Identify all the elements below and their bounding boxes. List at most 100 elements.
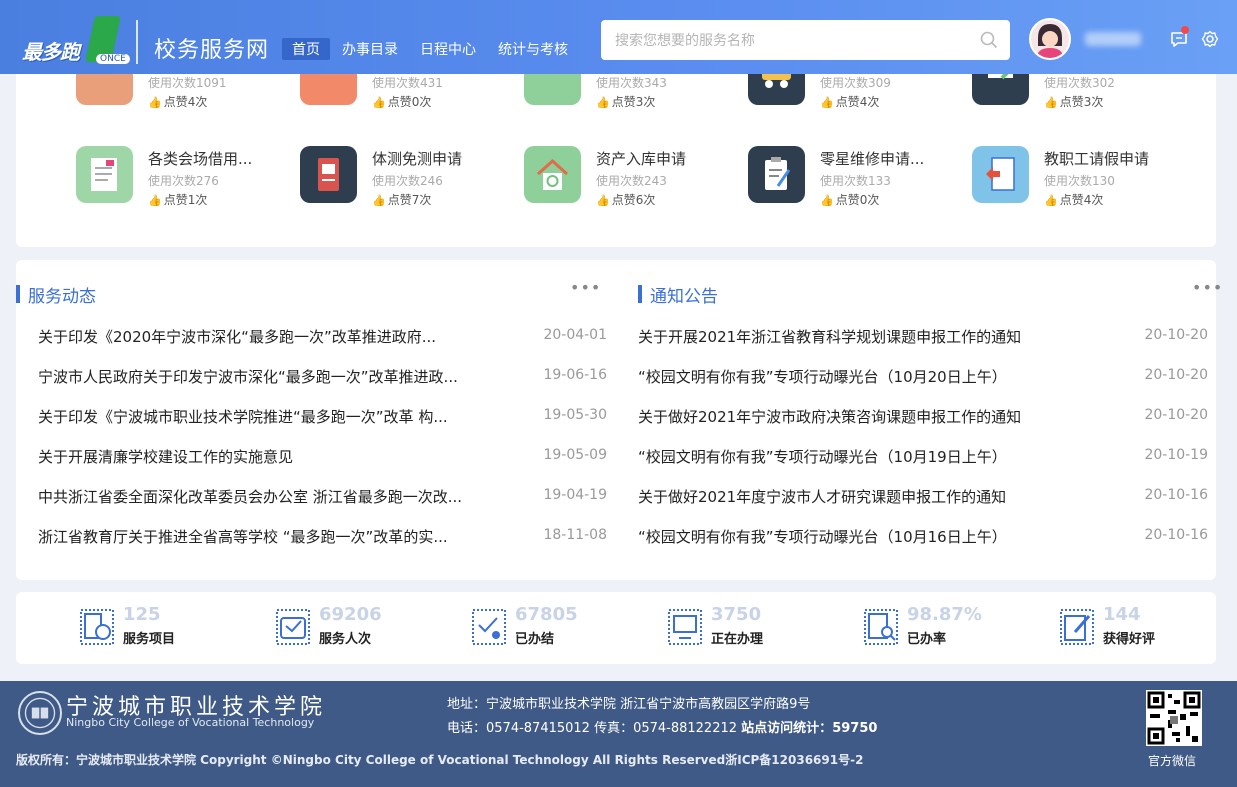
notice-item[interactable]: 关于开展2021年浙江省教育科学规划课题申报工作的通知 20-10-20 bbox=[638, 326, 1208, 350]
avatar[interactable] bbox=[1029, 18, 1071, 60]
service-name: 零星维修申请... bbox=[820, 150, 925, 168]
stat-completion-rate: 98.87% 已办率 bbox=[863, 604, 1033, 648]
thumbs-up-icon: 👍 bbox=[596, 194, 610, 207]
service-uses: 使用次数246 bbox=[372, 174, 443, 188]
thumbs-up-icon: 👍 bbox=[148, 194, 162, 207]
service-name: 资产入库申请 bbox=[596, 150, 687, 168]
thumbs-up-icon: 👍 bbox=[1044, 96, 1058, 109]
news-item[interactable]: 关于印发《2020年宁波市深化“最多跑一次”改革推进政府... 20-04-01 bbox=[38, 326, 607, 350]
service-likes[interactable]: 👍 点赞3次 bbox=[1044, 93, 1103, 110]
nav-catalog[interactable]: 办事目录 bbox=[332, 38, 408, 60]
more-icon[interactable]: ••• bbox=[1192, 278, 1223, 297]
house-check-icon bbox=[524, 146, 581, 203]
done-user-icon bbox=[472, 609, 506, 645]
visit-count: 59750 bbox=[832, 721, 878, 736]
service-name: 各类会场借用... bbox=[148, 150, 253, 168]
stat-in-progress: 3750 正在办理 bbox=[667, 604, 837, 648]
site-title: 校务服务网 bbox=[154, 38, 270, 63]
service-name: 体测免测申请 bbox=[372, 150, 463, 168]
footer-contact: 电话：0574-87415012 传真：0574-88122212 站点访问统计… bbox=[447, 721, 878, 736]
leave-form-icon bbox=[972, 146, 1029, 203]
service-likes[interactable]: 👍 点赞7次 bbox=[372, 191, 431, 208]
service-repair[interactable]: 零星维修申请... 使用次数133 👍 点赞0次 bbox=[748, 146, 968, 216]
notice-item[interactable]: “校园文明有你有我”专项行动曝光台（10月16日上午） 20-10-16 bbox=[638, 526, 1208, 550]
service-likes[interactable]: 👍 点赞1次 bbox=[148, 191, 207, 208]
stat-service-count: 69206 服务人次 bbox=[275, 604, 445, 648]
news-item[interactable]: 宁波市人民政府关于印发宁波市深化“最多跑一次”改革推进政... 19-06-16 bbox=[38, 366, 607, 390]
more-icon[interactable]: ••• bbox=[570, 278, 601, 297]
service-likes[interactable]: 👍 点赞0次 bbox=[372, 93, 431, 110]
nav-schedule[interactable]: 日程中心 bbox=[410, 38, 486, 60]
gear-icon[interactable] bbox=[1201, 30, 1219, 48]
service-likes[interactable]: 👍 点赞4次 bbox=[820, 93, 879, 110]
search-input[interactable] bbox=[615, 20, 975, 60]
search-icon[interactable] bbox=[980, 31, 998, 49]
service-asset-storage[interactable]: 资产入库申请 使用次数243 👍 点赞6次 bbox=[524, 146, 744, 216]
news-item[interactable]: 关于印发《宁波城市职业技术学院推进“最多跑一次”改革 构... 19-05-30 bbox=[38, 406, 607, 430]
notification-dot bbox=[1181, 26, 1189, 34]
college-logo-icon bbox=[18, 691, 62, 735]
service-staff-leave[interactable]: 教职工请假申请 使用次数130 👍 点赞4次 bbox=[972, 146, 1192, 216]
service-uses: 使用次数133 bbox=[820, 174, 891, 188]
thumbs-up-icon: 👍 bbox=[372, 194, 386, 207]
service-likes[interactable]: 👍 点赞0次 bbox=[820, 191, 879, 208]
site-logo[interactable]: 最多跑 ONCE bbox=[22, 14, 132, 66]
service-uses: 使用次数431 bbox=[372, 76, 443, 90]
monitor-icon bbox=[668, 609, 702, 645]
service-likes[interactable]: 👍 点赞3次 bbox=[596, 93, 655, 110]
stat-praises: 144 获得好评 bbox=[1059, 604, 1229, 648]
stats-panel: 125 服务项目 69206 服务人次 67805 已办结 3750 正在办理 … bbox=[16, 592, 1216, 664]
notice-item[interactable]: “校园文明有你有我”专项行动曝光台（10月19日上午） 20-10-19 bbox=[638, 446, 1208, 470]
stat-completed: 67805 已办结 bbox=[471, 604, 641, 648]
service-name: 教职工请假申请 bbox=[1044, 150, 1150, 168]
search-box bbox=[601, 20, 1010, 60]
username-masked bbox=[1085, 32, 1141, 46]
news-item[interactable]: 中共浙江省委全面深化改革委员会办公室 浙江省最多跑一次改... 19-04-19 bbox=[38, 486, 607, 510]
thumbs-up-icon: 👍 bbox=[820, 96, 834, 109]
thumbs-up-icon: 👍 bbox=[596, 96, 610, 109]
qr-code-icon[interactable] bbox=[1146, 690, 1202, 746]
service-uses: 使用次数343 bbox=[596, 76, 667, 90]
news-item[interactable]: 浙江省教育厅关于推进全省高等学校 “最多跑一次”改革的实... 18-11-08 bbox=[38, 526, 607, 550]
footer-address: 地址：宁波城市职业技术学院 浙江省宁波市高教园区学府路9号 bbox=[447, 697, 811, 712]
service-fitness-exemption[interactable]: 体测免测申请 使用次数246 👍 点赞7次 bbox=[300, 146, 520, 216]
notice-item[interactable]: 关于做好2021年宁波市政府决策咨询课题申报工作的通知 20-10-20 bbox=[638, 406, 1208, 430]
services-panel: 使用次数1091 👍 点赞4次 使用次数431 👍 点赞0次 使用次数343 👍 点赞… bbox=[16, 48, 1216, 247]
service-likes[interactable]: 👍 点赞6次 bbox=[596, 191, 655, 208]
notice-item[interactable]: 关于做好2021年度宁波市人才研究课题申报工作的通知 20-10-16 bbox=[638, 486, 1208, 510]
notice-item[interactable]: “校园文明有你有我”专项行动曝光台（10月20日上午） 20-10-20 bbox=[638, 366, 1208, 390]
stat-service-items: 125 服务项目 bbox=[79, 604, 249, 648]
qr-label: 官方微信 bbox=[1148, 754, 1197, 768]
service-uses: 使用次数130 bbox=[1044, 174, 1115, 188]
news-item[interactable]: 关于开展清廉学校建设工作的实施意见 19-05-09 bbox=[38, 446, 607, 470]
top-header: 最多跑 ONCE 校务服务网 首页 办事目录 日程中心 统计与考核 bbox=[0, 0, 1237, 74]
thumbs-up-icon: 👍 bbox=[372, 96, 386, 109]
service-list-icon bbox=[80, 609, 114, 645]
service-uses: 使用次数276 bbox=[148, 174, 219, 188]
search-doc-icon bbox=[864, 609, 898, 645]
edit-icon bbox=[1060, 609, 1094, 645]
news-panel: 服务动态 ••• 关于印发《2020年宁波市深化“最多跑一次”改革推进政府...… bbox=[16, 260, 1222, 580]
inbox-icon bbox=[276, 609, 310, 645]
clipboard-pen-icon bbox=[748, 146, 805, 203]
service-dynamics-title: 服务动态 bbox=[16, 282, 96, 307]
service-uses: 使用次数302 bbox=[1044, 76, 1115, 90]
service-uses: 使用次数1091 bbox=[148, 76, 227, 90]
service-likes[interactable]: 👍 点赞4次 bbox=[1044, 191, 1103, 208]
document-icon bbox=[76, 146, 133, 203]
footer: 宁波城市职业技术学院 Ningbo City College of Vocati… bbox=[0, 681, 1237, 787]
nav-statistics[interactable]: 统计与考核 bbox=[488, 38, 578, 60]
fitness-form-icon bbox=[300, 146, 357, 203]
notices-title: 通知公告 bbox=[638, 282, 718, 307]
thumbs-up-icon: 👍 bbox=[1044, 194, 1058, 207]
nav-home[interactable]: 首页 bbox=[282, 38, 330, 60]
logo-text: 最多跑 bbox=[22, 40, 80, 64]
college-name-en: Ningbo City College of Vocational Techno… bbox=[66, 716, 315, 729]
thumbs-up-icon: 👍 bbox=[148, 96, 162, 109]
main-nav: 首页 办事目录 日程中心 统计与考核 bbox=[282, 38, 580, 60]
avatar-image bbox=[1031, 20, 1069, 58]
logo-once: ONCE bbox=[96, 54, 130, 64]
service-likes[interactable]: 👍 点赞4次 bbox=[148, 93, 207, 110]
service-venue-booking[interactable]: 各类会场借用... 使用次数276 👍 点赞1次 bbox=[76, 146, 296, 216]
thumbs-up-icon: 👍 bbox=[820, 194, 834, 207]
